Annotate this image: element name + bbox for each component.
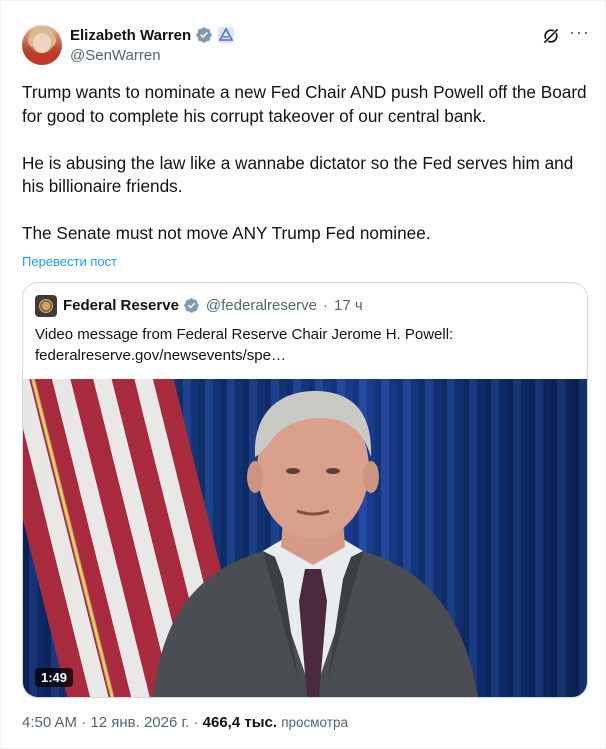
avatar-face <box>33 33 51 53</box>
quoted-verified-icon[interactable] <box>183 297 200 314</box>
tweet-text: Trump wants to nominate a new Fed Chair … <box>22 81 587 246</box>
more-icon[interactable]: ··· <box>569 23 589 45</box>
tweet-meta: 4:50 AM · 12 янв. 2026 г. · 466,4 тыс. п… <box>22 714 348 731</box>
quoted-tweet[interactable]: Federal Reserve @federalreserve · 17 ч V… <box>22 282 588 698</box>
video-player[interactable]: 1:49 <box>23 379 587 697</box>
quoted-time[interactable]: 17 ч <box>334 297 363 314</box>
video-speaker <box>153 391 478 697</box>
author-display-name[interactable]: Elizabeth Warren <box>70 27 191 44</box>
grok-icon[interactable] <box>541 26 561 46</box>
verified-icon[interactable] <box>195 26 213 44</box>
translate-link[interactable]: Перевести пост <box>22 254 117 269</box>
quoted-display-name[interactable]: Federal Reserve <box>63 297 179 314</box>
tweet-paragraph: The Senate must not move ANY Trump Fed n… <box>22 223 431 243</box>
tweet-paragraph: He is abusing the law like a wannabe dic… <box>22 152 574 197</box>
quoted-handle[interactable]: @federalreserve <box>206 297 317 314</box>
tweet-paragraph: Trump wants to nominate a new Fed Chair … <box>22 82 587 126</box>
tweet-time[interactable]: 4:50 AM <box>22 714 77 731</box>
tweet-date[interactable]: 12 янв. 2026 г. <box>90 714 189 731</box>
avatar-shirt <box>22 53 62 65</box>
quoted-header: Federal Reserve @federalreserve · 17 ч <box>63 297 363 314</box>
meta-separator: · <box>81 714 87 731</box>
author-handle[interactable]: @SenWarren <box>70 47 161 64</box>
video-duration-badge: 1:49 <box>35 668 74 687</box>
quoted-link[interactable]: federalreserve.gov/newsevents/spe… <box>35 345 575 366</box>
views-count: 466,4 тыс. <box>202 714 278 731</box>
tweet-card: Elizabeth Warren @SenWarren ··· Trump wa… <box>0 0 606 749</box>
author-name-row: Elizabeth Warren <box>70 26 235 44</box>
views-label: просмотра <box>281 715 348 730</box>
quoted-text: Video message from Federal Reserve Chair… <box>35 324 575 366</box>
author-avatar[interactable] <box>22 25 62 65</box>
quoted-separator: · <box>323 297 329 314</box>
gov-badge-icon[interactable] <box>218 27 235 43</box>
meta-separator: · <box>193 714 199 731</box>
quoted-text-line: Video message from Federal Reserve Chair… <box>35 326 454 343</box>
quoted-author-avatar[interactable] <box>35 295 57 317</box>
